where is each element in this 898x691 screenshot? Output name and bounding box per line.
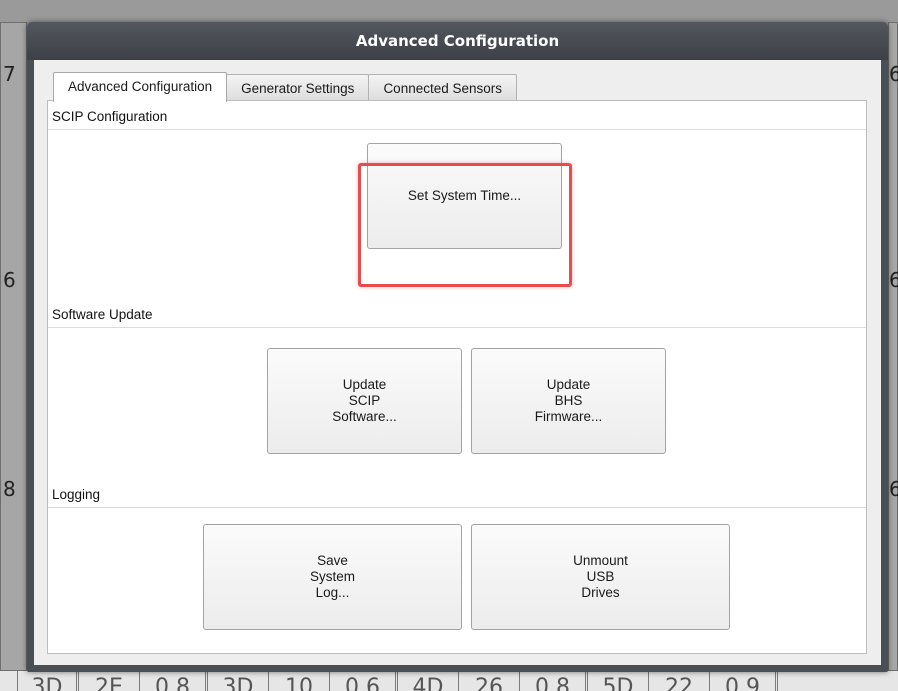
background-right-column	[888, 22, 898, 671]
scip-configuration-section: Set System Time...	[48, 129, 866, 297]
unmount-usb-drives-button[interactable]: Unmount USB Drives	[471, 524, 730, 630]
set-system-time-button[interactable]: Set System Time...	[367, 143, 562, 249]
dialog-title[interactable]: Advanced Configuration	[27, 22, 888, 60]
background-cell: 3D	[18, 671, 79, 691]
scip-configuration-label: SCIP Configuration	[52, 109, 168, 124]
background-left-column	[0, 22, 27, 671]
background-cell: 0.9	[710, 671, 778, 691]
background-right-digit: 6	[889, 477, 898, 501]
button-label-line: Drives	[581, 585, 620, 600]
button-label: Set System Time...	[407, 188, 522, 203]
background-cell: 0.6	[330, 671, 398, 691]
background-cell: 5D	[588, 671, 649, 691]
button-label-line: Unmount	[573, 553, 628, 568]
button-label-line: Update	[342, 377, 387, 392]
background-cell: 3D	[208, 671, 269, 691]
background-cell	[0, 671, 18, 691]
logging-label: Logging	[52, 487, 101, 502]
background-cell: 0.8	[140, 671, 208, 691]
button-label-line: System	[309, 569, 355, 584]
tab-bar: Advanced Configuration Generator Setting…	[53, 72, 518, 102]
tab-generator-settings[interactable]: Generator Settings	[226, 74, 370, 102]
button-label-line: USB	[586, 569, 615, 584]
background-left-digit: 8	[3, 477, 16, 501]
background-bottom-row: 3D 2E 0.8 3D 10 0.6 4D 26 0.8 5D 22 0.9	[0, 671, 898, 691]
button-label-line: Software...	[332, 409, 397, 424]
update-bhs-firmware-button[interactable]: Update BHS Firmware...	[471, 348, 666, 454]
logging-section: Save System Log... Unmount USB Drives	[48, 507, 866, 653]
tab-connected-sensors[interactable]: Connected Sensors	[368, 74, 518, 102]
background-cell: 0.8	[520, 671, 588, 691]
background-left-digit: 7	[3, 62, 16, 86]
background-cell: 22	[649, 671, 710, 691]
software-update-label: Software Update	[52, 307, 153, 322]
background-cell: 10	[269, 671, 330, 691]
background-left-digit: 6	[3, 268, 16, 292]
background-right-digit: 6	[889, 268, 898, 292]
background-cell: 4D	[398, 671, 459, 691]
advanced-configuration-dialog: Advanced Configuration Advanced Configur…	[27, 22, 888, 672]
tab-advanced-configuration[interactable]: Advanced Configuration	[53, 72, 228, 102]
software-update-section: Update SCIP Software... Update BHS Firmw…	[48, 327, 866, 475]
button-label-line: Save	[317, 553, 348, 568]
button-label-line: Firmware...	[534, 409, 603, 424]
button-label-line: SCIP	[348, 393, 381, 408]
button-label-line: Log...	[315, 585, 350, 600]
background-cell: 26	[459, 671, 520, 691]
background-cell: 2E	[79, 671, 140, 691]
dialog-client-area: Advanced Configuration Generator Setting…	[34, 60, 881, 665]
update-scip-software-button[interactable]: Update SCIP Software...	[267, 348, 462, 454]
button-label-line: BHS	[554, 393, 583, 408]
button-label-line: Update	[546, 377, 591, 392]
advanced-configuration-panel: SCIP Configuration Set System Time... So…	[47, 100, 867, 654]
save-system-log-button[interactable]: Save System Log...	[203, 524, 462, 630]
background-right-digit: 6	[889, 62, 898, 86]
background-top-bar	[0, 0, 898, 22]
